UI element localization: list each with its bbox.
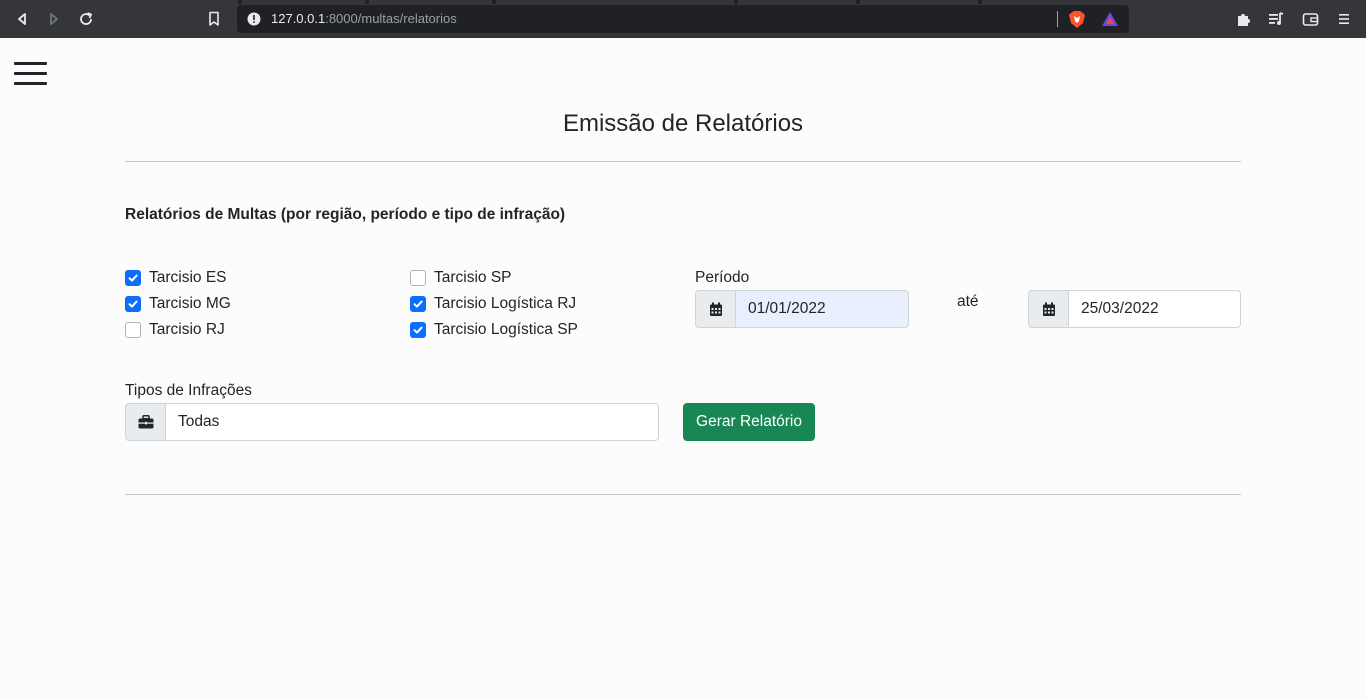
title-divider [125,161,1241,162]
browser-menu-button[interactable] [1335,10,1353,28]
calendar-icon[interactable] [1028,290,1068,328]
checkmark-icon [413,300,423,308]
back-icon [18,13,26,25]
info-icon[interactable] [247,12,261,26]
checkmark-icon [413,326,423,334]
checkmark-icon [128,300,138,308]
page-title: Emissão de Relatórios [562,110,804,137]
checkbox-label: Tarcisio RJ [149,321,225,338]
brave-rewards-icon[interactable] [1101,11,1119,27]
omnibox-divider [1057,11,1058,27]
start-date-input[interactable]: 01/01/2022 [735,290,909,328]
media-controls-button[interactable] [1267,10,1285,28]
period-separator: até [957,293,979,310]
checkbox-box[interactable] [410,322,426,338]
section-title: Relatórios de Multas (por região, períod… [125,206,566,223]
forward-icon [50,13,58,25]
calendar-icon[interactable] [695,290,735,328]
checkbox-box[interactable] [125,296,141,312]
checkbox-label: Tarcisio MG [149,295,231,312]
period-label: Período [695,269,750,286]
checkbox-tarcisio-logistica-sp[interactable]: Tarcisio Logística SP [410,321,578,339]
wallet-icon [1302,13,1318,26]
tab-strip [0,0,1366,4]
infractions-label: Tipos de Infrações [125,382,252,399]
puzzle-icon [1238,14,1250,26]
checkbox-label: Tarcisio Logística SP [434,321,578,338]
checkbox-tarcisio-es[interactable]: Tarcisio ES [125,269,227,287]
briefcase-icon [125,403,165,441]
bottom-divider [125,494,1241,495]
checkbox-box[interactable] [410,270,426,286]
hamburger-icon[interactable] [14,62,48,88]
reload-button[interactable] [77,10,95,28]
bookmark-icon [209,11,219,26]
back-button[interactable] [13,10,31,28]
menu-lines-icon [1339,14,1349,24]
checkbox-box[interactable] [125,270,141,286]
checkbox-box[interactable] [125,322,141,338]
infractions-select[interactable]: Todas [165,403,659,441]
checkbox-tarcisio-rj[interactable]: Tarcisio RJ [125,321,225,339]
end-date-input[interactable]: 25/03/2022 [1068,290,1241,328]
checkbox-tarcisio-logistica-rj[interactable]: Tarcisio Logística RJ [410,295,576,313]
extensions-button[interactable] [1235,10,1253,28]
checkbox-label: Tarcisio SP [434,269,512,286]
forward-button[interactable] [45,10,63,28]
wallet-button[interactable] [1301,10,1319,28]
reload-icon [80,12,93,25]
end-date-group: 25/03/2022 [1028,290,1241,328]
checkbox-tarcisio-sp[interactable]: Tarcisio SP [410,269,512,287]
checkbox-label: Tarcisio ES [149,269,227,286]
playlist-icon [1269,12,1284,25]
brave-shields-icon[interactable] [1068,10,1086,29]
checkmark-icon [128,274,138,282]
infractions-group: Todas [125,403,659,441]
checkbox-label: Tarcisio Logística RJ [434,295,577,312]
bookmark-button[interactable] [205,10,223,28]
checkbox-tarcisio-mg[interactable]: Tarcisio MG [125,295,231,313]
browser-toolbar: 127.0.0.1:8000/multas/relatorios [0,0,1366,38]
generate-report-button[interactable]: Gerar Relatório [683,403,815,441]
start-date-group: 01/01/2022 [695,290,909,328]
address-bar[interactable]: 127.0.0.1:8000/multas/relatorios [237,5,1129,33]
checkbox-box[interactable] [410,296,426,312]
url-text: 127.0.0.1:8000/multas/relatorios [271,11,457,26]
